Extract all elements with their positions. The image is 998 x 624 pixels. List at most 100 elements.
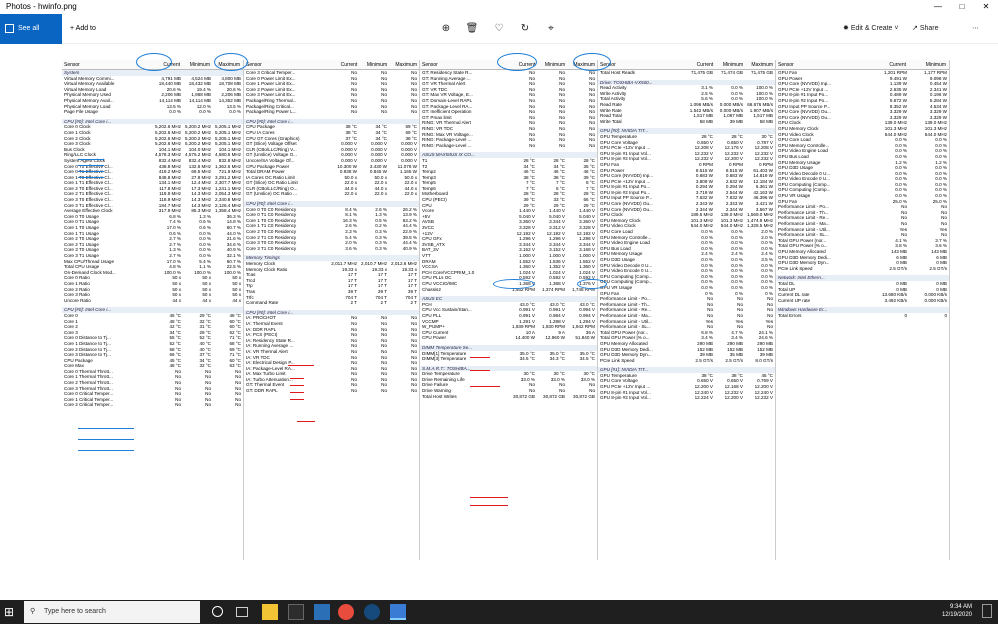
sensor-row[interactable]: GT: DDR RAPL No No No xyxy=(244,388,419,394)
sensor-column: Sensor Current Minimum Maximum System Virtual… xyxy=(62,60,244,560)
column-header-row: Sensor Current Minimum xyxy=(776,60,949,70)
zoom-icon[interactable]: ⊕ xyxy=(438,14,454,44)
sensor-value: 14.400 W xyxy=(515,335,535,341)
system-clock[interactable]: 9:34 AM 12/19/2020 xyxy=(942,603,972,619)
sensor-row[interactable]: Write Total 58 MB 39 MB 58 MB xyxy=(598,119,775,125)
sensor-list: System Virtual Memory Commi... 4,791 MB 4,5… xyxy=(62,70,243,408)
sensor-value: 0.000 KB/s xyxy=(924,297,947,303)
column-header[interactable]: Minimum xyxy=(182,60,212,69)
column-header-row: Sensor Current Minimum Maximum xyxy=(244,60,419,70)
sensor-value: 58 MB xyxy=(759,118,773,124)
edit-create-button[interactable]: ✸ Edit & Create ˅ xyxy=(843,14,899,44)
mail-icon[interactable] xyxy=(314,604,330,620)
steam-icon[interactable] xyxy=(364,604,380,620)
cortana-icon[interactable] xyxy=(212,606,223,617)
sensor-value: 0 xyxy=(904,312,907,318)
sensor-row[interactable]: DIMM[3] Temperature 34.5 °C 34.3 °C 34.5 °C xyxy=(420,356,597,362)
rotate-icon[interactable]: ↻ xyxy=(517,14,533,44)
red-underline-mark xyxy=(290,392,304,394)
sensor-value: 34.5 °C xyxy=(579,356,595,362)
windows-start-icon[interactable]: ⊞ xyxy=(4,604,20,620)
sensor-name: PCIe Link Speed xyxy=(600,357,635,363)
column-header[interactable]: Current xyxy=(328,60,360,69)
red-underline-mark xyxy=(470,370,490,372)
sensor-row[interactable]: Current UP rate 3.492 KB/s 0.000 KB/s xyxy=(776,298,949,304)
sensor-row[interactable]: Page File Usage 0.0 % 0.0 % 0.0 % xyxy=(62,109,243,115)
column-header[interactable]: Minimum xyxy=(537,60,567,69)
sensor-row[interactable]: Command Rate 2 T 2 T 2 T xyxy=(244,300,419,306)
taskbar-search-box[interactable]: ⚲ Type here to search xyxy=(24,601,200,623)
column-header[interactable]: Minimum xyxy=(715,60,745,69)
column-header[interactable]: Maximum xyxy=(389,60,419,69)
sensor-column: Sensor Current Minimum Maximum GT: Residency… xyxy=(420,60,598,560)
add-to-button[interactable]: + Add to xyxy=(70,14,96,44)
photos-app-icon[interactable] xyxy=(390,604,406,620)
sensor-name: Page File Usage xyxy=(64,109,98,115)
sensor-row[interactable]: RING: Package-Level ... No No No xyxy=(420,143,597,149)
sensor-value: 44 x xyxy=(172,297,181,303)
sensor-name: PCIe Link Speed xyxy=(778,265,813,271)
sensor-row[interactable]: GPU 8-pin #2 Input Vol... 12.224 V 12.200 … xyxy=(598,395,775,401)
close-icon[interactable]: ✕ xyxy=(974,0,998,14)
notification-icon[interactable] xyxy=(982,604,992,618)
sensor-row[interactable]: GT (Unslice) OC Ratio ... 22.0 x 22.0 x 22.… xyxy=(244,191,419,197)
sensor-name: Total Host Writes xyxy=(422,393,457,399)
sensor-name: Total Errors xyxy=(778,312,802,318)
sensor-value: 2 T xyxy=(350,300,357,306)
sensor-value: 2.5 GT/s xyxy=(929,265,947,271)
favorite-icon[interactable]: ♡ xyxy=(491,14,507,44)
sensor-value: 0.3 % xyxy=(375,245,387,251)
sensor-value: No xyxy=(381,388,387,394)
sensor-name: GT (Unslice) OC Ratio ... xyxy=(246,191,297,197)
sensor-value: 2.5 GT/s xyxy=(889,265,907,271)
column-header[interactable]: Minimum xyxy=(908,60,948,69)
sensor-value: 30,872 GB xyxy=(513,393,535,399)
column-header[interactable]: Sensor xyxy=(776,60,864,69)
column-header[interactable]: Maximum xyxy=(745,60,775,69)
annotation-circle-current xyxy=(136,53,172,71)
maximize-icon[interactable]: □ xyxy=(950,0,974,14)
column-header[interactable]: Sensor xyxy=(244,60,328,69)
file-explorer-icon[interactable] xyxy=(262,604,278,620)
sensor-column: Sensor Current Minimum GPU Fan 1,201 RPM 1,17… xyxy=(776,60,950,560)
column-header[interactable]: Sensor xyxy=(420,60,506,69)
sensor-column: Sensor Current Minimum Maximum Total Host Re… xyxy=(598,60,776,560)
column-header[interactable]: Current xyxy=(864,60,908,69)
sensor-name: CPU Power xyxy=(422,335,446,341)
more-options-icon[interactable]: ⋯ xyxy=(972,14,979,44)
column-header[interactable]: Sensor xyxy=(598,60,685,69)
sensor-list: GPU Fan 1,201 RPM 1,177 RPM GPU Power 9.491 … xyxy=(776,70,949,319)
search-icon: ⚲ xyxy=(30,608,36,615)
sensor-value: No xyxy=(205,402,211,408)
sensor-value: No xyxy=(559,142,565,148)
store-icon[interactable] xyxy=(288,604,304,620)
task-view-icon[interactable] xyxy=(236,607,248,617)
underline-mark xyxy=(78,428,134,430)
sensor-row[interactable]: CPU Power 14.400 W 12.960 W 51.840 W xyxy=(420,335,597,341)
sensor-row[interactable]: Core 3 T1 C0 Residency 3.6 % 0.3 % 40.9 % xyxy=(244,246,419,252)
sensor-value: 0.0 % xyxy=(229,109,241,115)
delete-icon[interactable]: 🗑 xyxy=(464,14,480,44)
annotation-circle-maximum xyxy=(214,53,248,71)
sensor-row[interactable]: PCIe Link Speed 2.5 GT/s 2.5 GT/s 8.0 GT/s xyxy=(598,358,775,364)
crop-icon[interactable]: ⌖ xyxy=(543,14,559,44)
sensor-value: 2.5 GT/s xyxy=(695,357,713,363)
sensor-value: 12.232 V xyxy=(754,395,773,401)
sensor-row[interactable]: Core 2 Critical Temper... No No No xyxy=(62,402,243,408)
sensor-value: 12.960 W xyxy=(545,335,565,341)
chrome-icon[interactable] xyxy=(338,604,354,620)
sensor-row[interactable]: Total Host Reads 71,475 GB 71,474 GB 71,475… xyxy=(598,70,775,76)
minimize-icon[interactable]: — xyxy=(926,0,950,14)
sensor-row[interactable]: PCIe Link Speed 2.5 GT/s 2.5 GT/s xyxy=(776,266,949,272)
column-header[interactable]: Current xyxy=(685,60,715,69)
column-header[interactable]: Minimum xyxy=(359,60,389,69)
sensor-row[interactable]: Package/Ring Power L... No No No xyxy=(244,109,419,115)
sensor-value: 39 MB xyxy=(729,118,743,124)
sensor-row[interactable]: Total Host Writes 30,872 GB 30,872 GB 30,87… xyxy=(420,394,597,400)
sensor-row[interactable]: Uncore Ratio 44 x 44 x 44 x xyxy=(62,298,243,304)
sensor-value: 0 xyxy=(944,312,947,318)
sensor-name: GT: DDR RAPL xyxy=(246,388,278,394)
see-all-photos-button[interactable]: See all photos xyxy=(0,14,62,62)
share-button[interactable]: ↗ Share xyxy=(912,14,939,44)
sensor-row[interactable]: Total Errors 0 0 xyxy=(776,313,949,319)
